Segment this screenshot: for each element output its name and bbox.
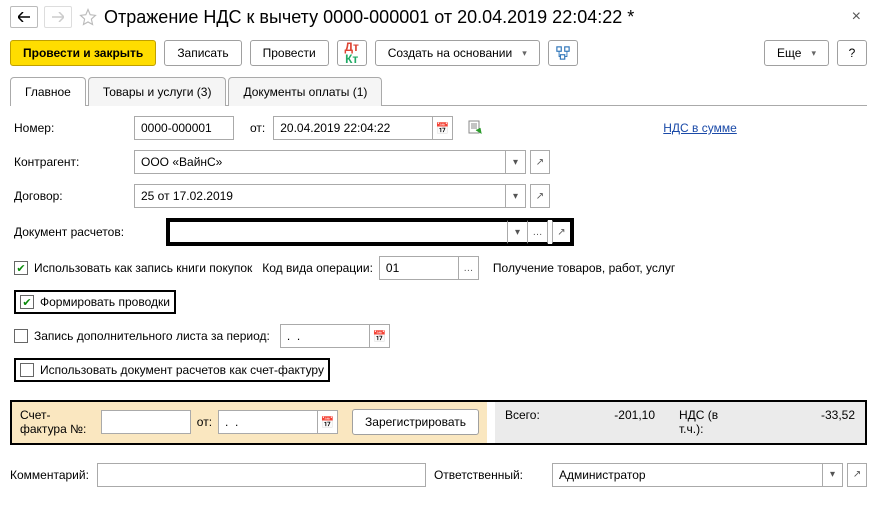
calendar-icon xyxy=(436,121,450,135)
favorite-star-icon[interactable] xyxy=(78,7,98,27)
related-icon xyxy=(556,46,570,60)
related-docs-button[interactable] xyxy=(548,40,578,66)
comment-label: Комментарий: xyxy=(10,468,89,482)
vat-label: НДС (в т.ч.): xyxy=(679,408,719,436)
op-code-label: Код вида операции: xyxy=(262,261,373,275)
post-and-close-button[interactable]: Провести и закрыть xyxy=(10,40,156,66)
invoice-date-input[interactable] xyxy=(218,410,318,434)
form-entries-label: Формировать проводки xyxy=(40,295,170,309)
invoice-number-label: Счет-фактура №: xyxy=(20,408,95,437)
op-code-description: Получение товаров, работ, услуг xyxy=(493,261,675,275)
post-button[interactable]: Провести xyxy=(250,40,329,66)
more-button[interactable]: Еще xyxy=(764,40,829,66)
dtkt-icon: ДтКт xyxy=(344,41,358,65)
post-status-icon[interactable] xyxy=(467,119,485,137)
from-label: от: xyxy=(250,121,265,135)
invoice-from-label: от: xyxy=(197,415,212,429)
settlement-doc-input[interactable] xyxy=(168,220,508,244)
contract-label: Договор: xyxy=(14,189,134,203)
tab-main[interactable]: Главное xyxy=(10,77,86,106)
arrow-left-icon xyxy=(18,12,30,22)
form-entries-highlight: Формировать проводки xyxy=(14,290,176,314)
create-based-on-button[interactable]: Создать на основании xyxy=(375,40,540,66)
use-doc-as-invoice-checkbox[interactable] xyxy=(20,363,34,377)
register-invoice-button[interactable]: Зарегистрировать xyxy=(352,409,479,435)
vat-mode-link[interactable]: НДС в сумме xyxy=(663,121,737,135)
tab-goods-services[interactable]: Товары и услуги (3) xyxy=(88,77,227,106)
op-code-select-button[interactable]: … xyxy=(459,256,479,280)
comment-input[interactable] xyxy=(97,463,426,487)
responsible-dropdown-button[interactable]: ▾ xyxy=(823,463,843,487)
additional-sheet-checkbox[interactable] xyxy=(14,329,28,343)
date-input[interactable] xyxy=(273,116,433,140)
additional-sheet-label: Запись дополнительного листа за период: xyxy=(34,329,270,343)
contractor-input[interactable] xyxy=(134,150,506,174)
use-doc-as-invoice-highlight: Использовать документ расчетов как счет-… xyxy=(14,358,330,382)
settlement-doc-select-button[interactable]: … xyxy=(528,220,548,244)
responsible-input[interactable] xyxy=(552,463,823,487)
use-purchase-book-label: Использовать как запись книги покупок xyxy=(34,261,252,275)
responsible-open-button[interactable]: ↗ xyxy=(847,463,867,487)
page-title: Отражение НДС к вычету 0000-000001 от 20… xyxy=(104,7,840,28)
help-button[interactable]: ? xyxy=(837,40,867,66)
settlement-doc-highlight: ▾ … ↗ xyxy=(166,218,574,246)
contract-dropdown-button[interactable]: ▾ xyxy=(506,184,526,208)
calendar-icon xyxy=(372,329,386,343)
use-doc-as-invoice-label: Использовать документ расчетов как счет-… xyxy=(40,363,324,377)
nav-back-button[interactable] xyxy=(10,6,38,28)
tab-payment-docs[interactable]: Документы оплаты (1) xyxy=(228,77,382,106)
form-entries-checkbox[interactable] xyxy=(20,295,34,309)
contract-input[interactable] xyxy=(134,184,506,208)
close-button[interactable]: × xyxy=(846,8,867,26)
arrow-right-icon xyxy=(52,12,64,22)
op-code-input[interactable] xyxy=(379,256,459,280)
number-input[interactable] xyxy=(134,116,234,140)
settlement-doc-dropdown-button[interactable]: ▾ xyxy=(508,220,528,244)
use-purchase-book-checkbox[interactable] xyxy=(14,261,28,275)
calendar-icon xyxy=(321,415,335,429)
contractor-dropdown-button[interactable]: ▾ xyxy=(506,150,526,174)
contractor-label: Контрагент: xyxy=(14,155,134,169)
invoice-block: Счет-фактура №: от: Зарегистрировать Все… xyxy=(10,400,867,445)
save-button[interactable]: Записать xyxy=(164,40,241,66)
number-label: Номер: xyxy=(14,121,134,135)
additional-sheet-date-input[interactable] xyxy=(280,324,370,348)
nav-forward-button xyxy=(44,6,72,28)
calendar-button[interactable] xyxy=(433,116,453,140)
vat-value: -33,52 xyxy=(719,408,855,422)
settlement-doc-label: Документ расчетов: xyxy=(14,225,166,239)
total-value: -201,10 xyxy=(565,408,655,422)
contractor-open-button[interactable]: ↗ xyxy=(530,150,550,174)
settlement-doc-open-button[interactable]: ↗ xyxy=(552,220,572,244)
invoice-calendar-button[interactable] xyxy=(318,410,338,434)
total-label: Всего: xyxy=(505,408,565,422)
dtkt-button[interactable]: ДтКт xyxy=(337,40,367,66)
additional-sheet-calendar-button[interactable] xyxy=(370,324,390,348)
invoice-number-input[interactable] xyxy=(101,410,191,434)
contract-open-button[interactable]: ↗ xyxy=(530,184,550,208)
responsible-label: Ответственный: xyxy=(434,468,544,482)
